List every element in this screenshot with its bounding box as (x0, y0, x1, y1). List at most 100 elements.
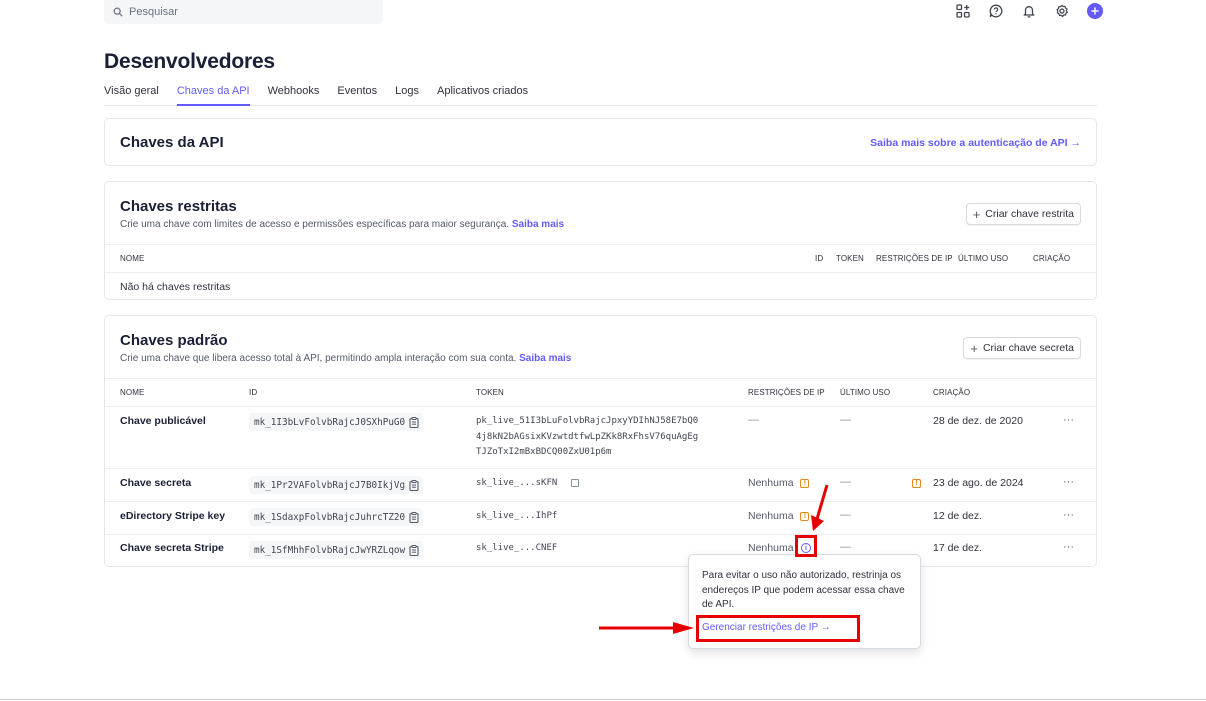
row-menu-button[interactable]: ··· (1063, 476, 1074, 488)
annotation-highlight-box (696, 615, 860, 642)
key-token[interactable]: sk_live_...IhPf (476, 511, 557, 521)
tab-events[interactable]: Eventos (337, 85, 377, 106)
annotation-arrow-icon (811, 484, 829, 531)
token-masked: sk_live_...sKFN (476, 478, 558, 488)
ip-restrictions-value: Nenhuma ! (748, 477, 810, 489)
api-auth-docs-link[interactable]: Saiba mais sobre a autenticação de API → (870, 137, 1081, 149)
token-line: 4j8kN2bAGsixKVzwtdtfwLpZKk8RxFhsV76quAgE… (476, 431, 699, 442)
ip-restrictions-value: — (748, 414, 759, 426)
last-used-value: — (840, 509, 851, 521)
create-restricted-key-button[interactable]: + Criar chave restrita (965, 203, 1081, 225)
standard-keys-title: Chaves padrão (120, 332, 228, 349)
key-name[interactable]: Chave secreta (120, 477, 191, 489)
key-name[interactable]: eDirectory Stripe key (120, 510, 225, 522)
annotation-arrow-icon (599, 622, 694, 634)
bell-icon[interactable] (1021, 3, 1037, 19)
standard-keys-subtitle: Crie uma chave que libera acesso total à… (120, 353, 571, 364)
tab-webhooks[interactable]: Webhooks (268, 85, 320, 106)
empty-state-text: Não há chaves restritas (120, 281, 231, 293)
created-value: 28 de dez. de 2020 (933, 415, 1023, 427)
divider (105, 272, 1096, 273)
column-header-id: ID (815, 254, 824, 263)
copy-icon[interactable] (409, 416, 419, 428)
ip-restrictions-value: Nenhuma (748, 542, 794, 554)
created-value: 12 de dez. (933, 510, 983, 522)
search-input[interactable]: Pesquisar (104, 0, 383, 24)
column-header-name: NOME (120, 388, 145, 397)
ip-restrictions-text: Nenhuma (748, 510, 794, 522)
copy-icon[interactable] (409, 479, 419, 491)
search-icon (113, 7, 123, 17)
key-id-chip[interactable]: mk_1I3bLvFolvbRajcJ0SXhPuG0 (249, 413, 424, 431)
copy-icon[interactable] (409, 544, 419, 556)
divider (105, 244, 1096, 245)
standard-keys-card: Chaves padrão Crie uma chave que libera … (104, 315, 1097, 567)
key-token[interactable]: sk_live_...CNEF (476, 543, 557, 553)
column-header-id: ID (249, 388, 258, 397)
key-id-chip[interactable]: mk_1Pr2VAFolvbRajcJ7B0IkjVg (249, 476, 424, 494)
key-token[interactable]: pk_live_51I3bLuFolvbRajcJpxyYDIhNJ58E7bQ… (476, 414, 698, 461)
created-value: 23 de ago. de 2024 (933, 477, 1024, 489)
last-used-value: — (840, 414, 851, 426)
restricted-keys-subtitle: Crie uma chave com limites de acesso e p… (120, 219, 564, 230)
tab-logs[interactable]: Logs (395, 85, 419, 106)
key-name[interactable]: Chave secreta Stripe (120, 542, 224, 554)
top-toolbar (955, 3, 1103, 19)
create-secret-key-label: Criar chave secreta (982, 342, 1074, 354)
column-header-created: CRIAÇÃO (933, 388, 971, 397)
api-keys-card: Chaves da API Saiba mais sobre a autenti… (104, 118, 1097, 166)
key-id: mk_1Pr2VAFolvbRajcJ7B0IkjVg (254, 479, 406, 491)
column-header-created: CRIAÇÃO (1033, 254, 1071, 263)
divider (105, 468, 1096, 469)
key-id-chip[interactable]: mk_1SfMhhFolvbRajcJwYRZLqow (249, 541, 424, 559)
token-line: TJZoTxI2mBxBDCQ00ZxU01p6m (476, 447, 612, 457)
column-header-last-used: ÚLTIMO USO (840, 388, 891, 397)
plus-icon: + (970, 340, 978, 356)
annotation-highlight-box (795, 535, 817, 557)
create-secret-key-button[interactable]: + Criar chave secreta (963, 337, 1081, 359)
divider (105, 501, 1096, 502)
key-id-chip[interactable]: mk_1SdaxpFolvbRajcJuhrcTZ20 (249, 508, 424, 526)
column-header-name: NOME (120, 254, 145, 263)
plus-icon: + (972, 206, 981, 222)
gear-icon[interactable] (1054, 3, 1070, 19)
page-title: Desenvolvedores (104, 50, 275, 73)
key-token[interactable]: sk_live_...sKFN (476, 478, 579, 488)
token-line: pk_live_51I3bLuFolvbRajcJpxyYDIhNJ58E7bQ… (476, 416, 699, 426)
standard-learn-more-link[interactable]: Saiba mais (519, 353, 571, 364)
tab-bar: Visão geral Chaves da API Webhooks Event… (104, 85, 1097, 106)
plus-icon[interactable] (1087, 3, 1103, 19)
apps-icon[interactable] (955, 3, 971, 19)
tab-created-apps[interactable]: Aplicativos criados (437, 85, 528, 106)
copy-icon[interactable] (409, 511, 419, 523)
bottom-divider (0, 699, 1206, 700)
restricted-learn-more-link[interactable]: Saiba mais (512, 219, 564, 230)
ip-restrictions-text: Nenhuma (748, 477, 794, 489)
restricted-keys-description: Crie uma chave com limites de acesso e p… (120, 219, 510, 230)
column-header-ip-restrictions: RESTRIÇÕES DE IP (748, 388, 825, 397)
create-restricted-key-label: Criar chave restrita (985, 208, 1074, 220)
divider (105, 378, 1096, 379)
api-keys-title: Chaves da API (120, 134, 224, 151)
tab-overview[interactable]: Visão geral (104, 85, 159, 106)
tooltip-text: Para evitar o uso não autorizado, restri… (702, 570, 905, 610)
ip-restrictions-value: Nenhuma ! (748, 510, 810, 522)
row-menu-button[interactable]: ··· (1063, 509, 1074, 521)
standard-keys-description: Crie uma chave que libera acesso total à… (120, 353, 517, 364)
last-used-value: — (840, 476, 851, 488)
column-header-token: TOKEN (836, 254, 864, 263)
reveal-icon[interactable] (570, 478, 579, 487)
key-id: mk_1I3bLvFolvbRajcJ0SXhPuG0 (254, 416, 406, 428)
key-name[interactable]: Chave publicável (120, 415, 206, 427)
created-value: 17 de dez. (933, 542, 983, 554)
divider (105, 534, 1096, 535)
column-header-token: TOKEN (476, 388, 504, 397)
row-menu-button[interactable]: ··· (1063, 541, 1074, 553)
help-icon[interactable] (988, 3, 1004, 19)
column-header-ip-restrictions: RESTRIÇÕES DE IP (876, 254, 953, 263)
tab-api-keys[interactable]: Chaves da API (176, 85, 250, 106)
restricted-keys-card: Chaves restritas Crie uma chave com limi… (104, 181, 1097, 300)
row-menu-button[interactable]: ··· (1063, 414, 1074, 426)
warning-icon[interactable]: ! (912, 479, 921, 488)
divider (105, 406, 1096, 407)
